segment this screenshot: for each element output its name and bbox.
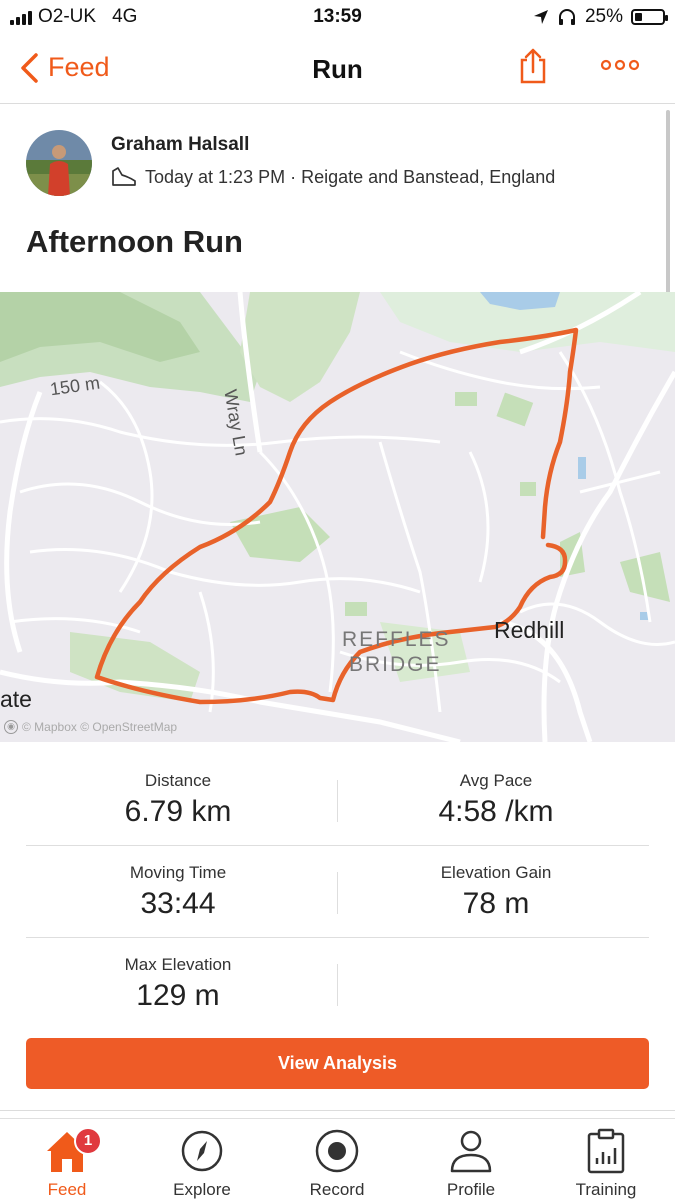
stat-label: Elevation Gain <box>440 863 552 882</box>
headphones-icon <box>558 9 575 25</box>
shoe-icon <box>112 167 136 186</box>
activity-title: Afternoon Run <box>26 224 243 259</box>
district-label-1: REFFLES <box>342 628 451 651</box>
avatar[interactable] <box>26 130 92 196</box>
tab-label: Explore <box>173 1180 231 1199</box>
tab-record[interactable]: Record <box>282 1125 392 1200</box>
activity-meta-text: Today at 1:23 PM · Reigate and Banstead,… <box>145 166 556 187</box>
tab-icon-wrap: 1 <box>12 1125 122 1177</box>
more-button[interactable] <box>600 58 640 77</box>
stat-value: 129 m <box>136 979 220 1012</box>
content-divider <box>0 1110 675 1111</box>
tab-icon-wrap <box>147 1125 257 1177</box>
town-label: Redhill <box>494 617 565 643</box>
activity-meta: Today at 1:23 PM · Reigate and Banstead,… <box>111 166 555 188</box>
tab-icon-wrap <box>416 1125 526 1177</box>
back-button[interactable]: Feed <box>20 52 110 83</box>
stat-divider <box>337 872 338 914</box>
tab-icon-wrap <box>551 1125 661 1177</box>
stat-divider <box>337 964 338 1006</box>
stat-distance: Distance 6.79 km <box>28 771 328 829</box>
stat-elevation-gain: Elevation Gain 78 m <box>346 863 646 921</box>
notification-badge: 1 <box>74 1127 102 1155</box>
stat-value: 4:58 /km <box>438 795 554 828</box>
view-analysis-button[interactable]: View Analysis <box>26 1038 649 1089</box>
tab-label: Training <box>575 1180 637 1199</box>
more-dots-icon <box>600 59 640 71</box>
athlete-name[interactable]: Graham Halsall <box>111 134 249 156</box>
record-icon <box>315 1129 359 1173</box>
stat-value: 6.79 km <box>124 795 232 828</box>
stat-moving-time: Moving Time 33:44 <box>28 863 328 921</box>
tab-label: Feed <box>47 1180 87 1199</box>
tab-label: Profile <box>446 1180 496 1199</box>
profile-icon <box>450 1130 492 1173</box>
map-attribution[interactable]: ◉ © Mapbox © OpenStreetMap <box>4 720 177 734</box>
stat-divider <box>337 780 338 822</box>
town-label-left: ate <box>0 686 32 712</box>
back-label: Feed <box>48 52 110 82</box>
avatar-photo-icon <box>26 130 92 196</box>
stat-avg-pace: Avg Pace 4:58 /km <box>346 771 646 829</box>
tab-training[interactable]: Training <box>551 1125 661 1200</box>
share-button[interactable] <box>518 48 548 89</box>
status-bar: O2-UK 4G 13:59 25% <box>0 0 675 36</box>
stat-label: Moving Time <box>129 863 227 882</box>
mapbox-logo-icon: ◉ <box>4 720 18 734</box>
tab-label: Record <box>309 1180 365 1199</box>
tab-bar: 1 Feed Explore Record Profile Training <box>0 1118 675 1200</box>
stat-label: Distance <box>144 771 212 790</box>
stat-value: 78 m <box>462 887 530 920</box>
compass-icon <box>181 1130 223 1172</box>
tab-profile[interactable]: Profile <box>416 1125 526 1200</box>
tab-feed[interactable]: 1 Feed <box>12 1125 122 1200</box>
stat-label: Max Elevation <box>124 955 232 974</box>
share-icon <box>520 48 546 84</box>
nav-bar: Feed Run <box>0 36 675 104</box>
tab-explore[interactable]: Explore <box>147 1125 257 1200</box>
stat-value: 33:44 <box>140 887 216 920</box>
district-label-2: BRIDGE <box>349 653 442 676</box>
chevron-left-icon <box>21 52 38 83</box>
status-right: 25% <box>533 6 668 28</box>
stat-row-divider <box>26 937 649 938</box>
route-map[interactable]: 150 m Wray Ln REFFLES BRIDGE Redhill ate… <box>0 292 675 742</box>
stat-row-divider <box>26 845 649 846</box>
battery-icon <box>631 9 668 25</box>
map-background <box>0 292 675 742</box>
battery-percent: 25% <box>584 6 623 27</box>
stat-label: Avg Pace <box>459 771 533 790</box>
stat-max-elevation: Max Elevation 129 m <box>28 955 328 1013</box>
tab-icon-wrap <box>282 1125 392 1177</box>
attribution-text: © Mapbox © OpenStreetMap <box>22 720 178 734</box>
location-arrow-icon <box>533 10 548 24</box>
training-icon <box>587 1128 625 1174</box>
